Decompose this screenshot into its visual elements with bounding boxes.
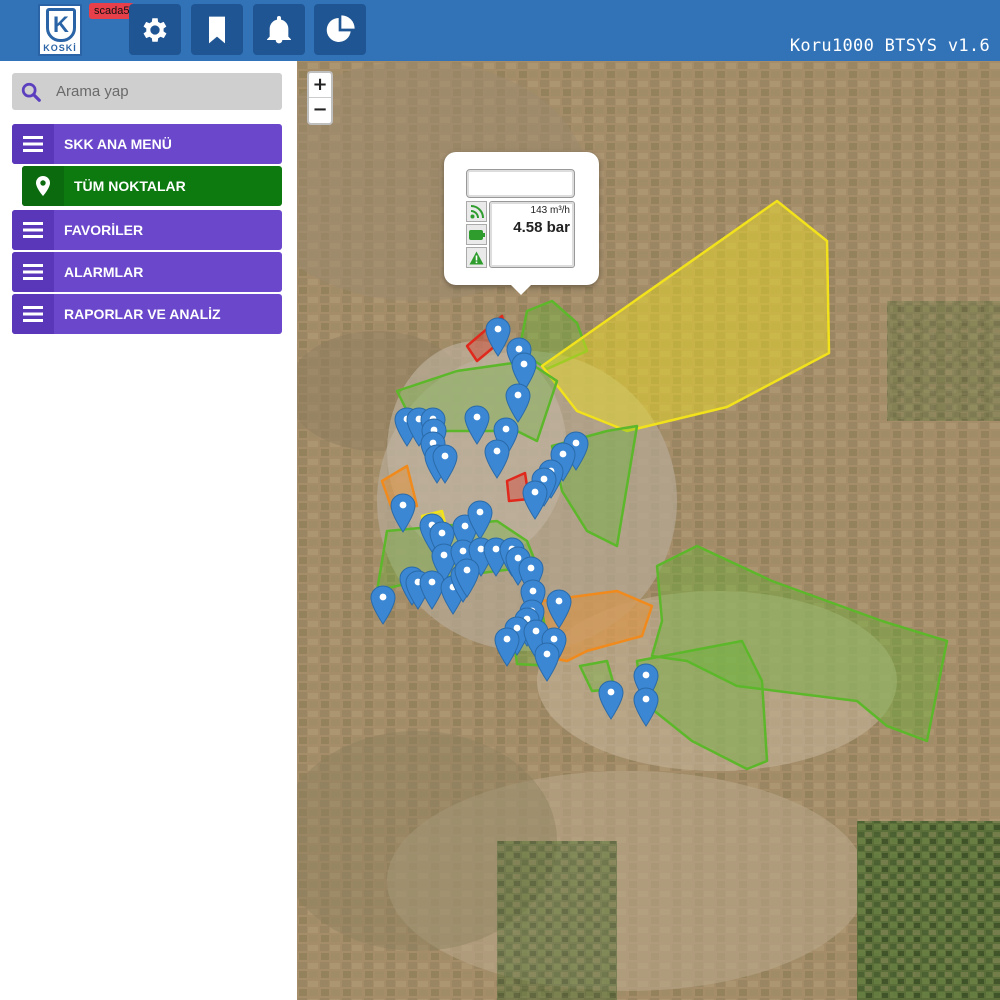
menu-raporlar-ve-analiz[interactable]: RAPORLAR VE ANALİZ (12, 294, 282, 334)
station-readings: 143 m³/h 4.58 bar (489, 201, 575, 268)
logo-letter: K (46, 8, 76, 42)
reports-chart-button[interactable] (314, 4, 366, 55)
search-icon (21, 82, 41, 102)
koski-logo[interactable]: K KOSKİ (38, 4, 82, 56)
menu-label: ALARMLAR (64, 264, 144, 280)
map-marker-icon (22, 166, 64, 206)
bookmark-icon (209, 16, 225, 43)
menu-tum-noktalar[interactable]: TÜM NOKTALAR (22, 166, 282, 206)
menu-label: RAPORLAR VE ANALİZ (64, 306, 221, 322)
gear-icon (143, 17, 167, 42)
app-title: Koru1000 BTSYS v1.6 (789, 36, 990, 56)
hamburger-icon (12, 252, 54, 292)
menu-label: TÜM NOKTALAR (74, 178, 186, 194)
pressure-value: 4.58 bar (513, 219, 570, 236)
hamburger-icon (12, 124, 54, 164)
satellite-map[interactable] (297, 61, 1000, 1000)
menu-alarmlar[interactable]: ALARMLAR (12, 252, 282, 292)
bell-icon (267, 15, 291, 43)
hamburger-icon (12, 210, 54, 250)
environment-badge: scada5 (89, 3, 135, 19)
station-name-field (466, 169, 575, 198)
top-bar: K KOSKİ scada5 Koru1000 BTSYS v1.6 (0, 0, 1000, 61)
notifications-button[interactable] (253, 4, 305, 55)
map-view[interactable]: + − 143 m³/h 4.58 bar (297, 61, 1000, 1000)
menu-skk-ana-menu[interactable]: SKK ANA MENÜ (12, 124, 282, 164)
search-box[interactable] (12, 73, 282, 110)
pie-chart-icon (326, 14, 355, 42)
menu-label: SKK ANA MENÜ (64, 136, 172, 152)
station-popup[interactable]: 143 m³/h 4.58 bar (444, 152, 599, 295)
warning-icon (466, 247, 487, 268)
menu-favoriler[interactable]: FAVORİLER (12, 210, 282, 250)
battery-icon (466, 224, 487, 245)
flow-value: 143 m³/h (530, 205, 570, 216)
bookmark-button[interactable] (191, 4, 243, 55)
zoom-in-button[interactable]: + (309, 73, 331, 98)
settings-button[interactable] (129, 4, 181, 55)
menu-label: FAVORİLER (64, 222, 144, 238)
sidebar: SKK ANA MENÜ TÜM NOKTALAR FAVORİLER ALAR… (0, 61, 297, 1000)
zoom-out-button[interactable]: − (309, 98, 331, 123)
search-input[interactable] (56, 83, 256, 100)
hamburger-icon (12, 294, 54, 334)
logo-text: KOSKİ (43, 43, 77, 53)
zoom-control: + − (307, 71, 333, 125)
signal-icon (466, 201, 487, 222)
